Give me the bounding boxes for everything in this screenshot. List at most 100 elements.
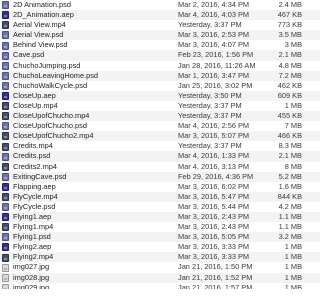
file-date-modified: Mar 3, 2016, 2:53 PM xyxy=(178,30,250,40)
file-name: Flying1.mp4 xyxy=(13,222,54,232)
file-size: 7.2 MB xyxy=(278,70,302,80)
psd-file-icon xyxy=(2,61,9,70)
file-size: 455 KB xyxy=(277,111,302,121)
file-row[interactable]: img029.jpg Jan 21, 2016, 1:57 PM 1 MB xyxy=(0,283,320,289)
file-size: 1.6 MB xyxy=(278,181,302,191)
file-name: CloseUp.aep xyxy=(13,90,56,100)
file-name: img029.jpg xyxy=(13,282,50,289)
file-row[interactable]: Credits.psd Mar 4, 2016, 1:33 PM 2.1 MB xyxy=(0,151,320,162)
file-row[interactable]: Credits2.mp4 Mar 4, 2016, 3:13 PM 8 MB xyxy=(0,162,320,172)
file-date-modified: Mar 3, 2016, 6:02 PM xyxy=(178,181,250,191)
file-row[interactable]: CloseUpofChucho.mp4 Yesterday, 3:37 PM 455… xyxy=(0,111,320,122)
file-name: Credits2.mp4 xyxy=(13,161,57,171)
file-row[interactable]: ChuchoLeavingHome.psd Mar 1, 2016, 3:47 P… xyxy=(0,70,320,81)
file-row[interactable]: 2D Animation.psd Mar 2, 2016, 4:34 PM 2.4 … xyxy=(0,0,320,10)
file-date-modified: Mar 3, 2016, 3:33 PM xyxy=(178,242,250,252)
file-size: 8 MB xyxy=(284,161,302,171)
file-row[interactable]: Behind View.psd Mar 3, 2016, 4:07 PM 3 MB xyxy=(0,40,320,50)
psd-file-icon xyxy=(2,122,9,131)
file-row[interactable]: Flying1.psd Mar 3, 2016, 5:05 PM 3.2 MB xyxy=(0,232,320,243)
file-row[interactable]: img027.jpg Jan 21, 2016, 1:50 PM 1 MB xyxy=(0,262,320,272)
file-size: 5.2 MB xyxy=(278,171,302,181)
file-date-modified: Mar 3, 2016, 3:33 PM xyxy=(178,252,250,262)
file-date-modified: Mar 1, 2016, 3:47 PM xyxy=(178,70,250,80)
file-size: 4.8 MB xyxy=(278,60,302,70)
file-row[interactable]: Credits.mp4 Yesterday, 3:37 PM 8.3 MB xyxy=(0,141,320,151)
file-size: 3.5 MB xyxy=(278,30,302,40)
psd-file-icon xyxy=(2,1,9,10)
file-name: CloseUpofChucho2.mp4 xyxy=(13,131,94,141)
file-date-modified: Mar 4, 2016, 1:33 PM xyxy=(178,151,250,161)
file-size: 1 MB xyxy=(284,252,302,262)
file-row[interactable]: CloseUp.mp4 Yesterday, 3:37 PM 1 MB xyxy=(0,101,320,111)
file-name: Aerial View.psd xyxy=(13,30,64,40)
file-row[interactable]: Flapping.aep Mar 3, 2016, 6:02 PM 1.6 MB xyxy=(0,182,320,192)
file-date-modified: Mar 3, 2016, 4:07 PM xyxy=(178,40,250,50)
file-row[interactable]: Aerial View.psd Mar 3, 2016, 2:53 PM 3.5 M… xyxy=(0,30,320,41)
aep-file-icon xyxy=(2,213,9,222)
mp4-file-icon xyxy=(2,132,9,141)
file-size: 4.2 MB xyxy=(278,201,302,211)
file-row[interactable]: CloseUpofChucho2.mp4 Mar 3, 2016, 5:07 PM… xyxy=(0,131,320,142)
file-name: 2D_Animation.aep xyxy=(13,10,74,20)
file-size: 8.3 MB xyxy=(278,141,302,151)
file-size: 2.1 MB xyxy=(278,50,302,60)
file-date-modified: Mar 4, 2016, 3:13 PM xyxy=(178,161,250,171)
file-name: Credits.psd xyxy=(13,151,51,161)
file-date-modified: Mar 2, 2016, 4:34 PM xyxy=(178,0,250,9)
file-row[interactable]: ChuchoWalkCycle.psd Jan 25, 2016, 3:02 PM… xyxy=(0,81,320,91)
file-date-modified: Mar 3, 2016, 2:43 PM xyxy=(178,222,250,232)
file-size: 1 MB xyxy=(284,282,302,289)
file-row[interactable]: img028.jpg Jan 21, 2016, 1:52 PM 1 MB xyxy=(0,272,320,283)
file-row[interactable]: CloseUp.aep Yesterday, 3:50 PM 609 KB xyxy=(0,90,320,101)
file-size: 1 MB xyxy=(284,242,302,252)
file-size: 1.1 MB xyxy=(278,222,302,232)
psd-file-icon xyxy=(2,152,9,161)
file-size: 1 MB xyxy=(284,100,302,110)
file-name: ChuchoJumping.psd xyxy=(13,60,81,70)
file-name: img028.jpg xyxy=(13,272,50,282)
file-size: 844 KB xyxy=(277,191,302,201)
file-row[interactable]: CloseUpofChucho.psd Mar 4, 2016, 2:56 PM 7… xyxy=(0,121,320,131)
file-date-modified: Yesterday, 3:37 PM xyxy=(178,100,242,110)
file-name: CloseUpofChucho.mp4 xyxy=(13,111,90,121)
jpg-file-icon xyxy=(2,283,9,289)
aep-file-icon xyxy=(2,182,9,191)
file-row[interactable]: 2D_Animation.aep Mar 4, 2016, 4:03 PM 467 … xyxy=(0,10,320,21)
file-size: 1 MB xyxy=(284,262,302,272)
file-date-modified: Feb 23, 2016, 1:56 PM xyxy=(178,50,254,60)
mp4-file-icon xyxy=(2,142,9,151)
file-row[interactable]: Flying2.aep Mar 3, 2016, 3:33 PM 1 MB xyxy=(0,242,320,252)
mp4-file-icon xyxy=(2,253,9,262)
file-name: FlyCycle.mp4 xyxy=(13,191,58,201)
file-name: CloseUp.mp4 xyxy=(13,100,58,110)
file-date-modified: Jan 21, 2016, 1:50 PM xyxy=(178,262,253,272)
file-date-modified: Feb 29, 2016, 4:36 PM xyxy=(178,171,254,181)
file-row[interactable]: ChuchoJumping.psd Jan 28, 2016, 11:26 AM 4… xyxy=(0,61,320,71)
file-row[interactable]: Aerial View.mp4 Yesterday, 3:37 PM 773 KB xyxy=(0,20,320,30)
file-row[interactable]: FlyCycle.psd Mar 3, 2016, 5:44 PM 4.2 MB xyxy=(0,202,320,212)
file-size: 3.2 MB xyxy=(278,232,302,242)
file-name: ChuchoWalkCycle.psd xyxy=(13,80,88,90)
file-row[interactable]: ExitingCave.psd Feb 29, 2016, 4:36 PM 5.2 … xyxy=(0,171,320,182)
file-size: 773 KB xyxy=(277,20,302,30)
jpg-file-icon xyxy=(2,263,9,272)
file-date-modified: Jan 21, 2016, 1:57 PM xyxy=(178,282,253,289)
aep-file-icon xyxy=(2,11,9,20)
file-size: 462 KB xyxy=(277,80,302,90)
file-row[interactable]: Flying2.mp4 Mar 3, 2016, 3:33 PM 1 MB xyxy=(0,252,320,263)
psd-file-icon xyxy=(2,41,9,50)
file-size: 1 MB xyxy=(284,272,302,282)
mp4-file-icon xyxy=(2,112,9,121)
file-name: Flying2.mp4 xyxy=(13,252,54,262)
file-row[interactable]: Cave.psd Feb 23, 2016, 1:56 PM 2.1 MB xyxy=(0,50,320,61)
mp4-file-icon xyxy=(2,162,9,171)
file-row[interactable]: Flying1.mp4 Mar 3, 2016, 2:43 PM 1.1 MB xyxy=(0,222,320,232)
file-size: 466 KB xyxy=(277,131,302,141)
file-name: Cave.psd xyxy=(13,50,45,60)
file-row[interactable]: Flying1.aep Mar 3, 2016, 2:43 PM 1.1 MB xyxy=(0,211,320,223)
file-row[interactable]: FlyCycle.mp4 Mar 3, 2016, 5:47 PM 844 KB xyxy=(0,191,320,202)
mp4-file-icon xyxy=(2,192,9,201)
file-date-modified: Jan 28, 2016, 11:26 AM xyxy=(178,60,256,70)
file-date-modified: Mar 3, 2016, 5:05 PM xyxy=(178,232,250,242)
